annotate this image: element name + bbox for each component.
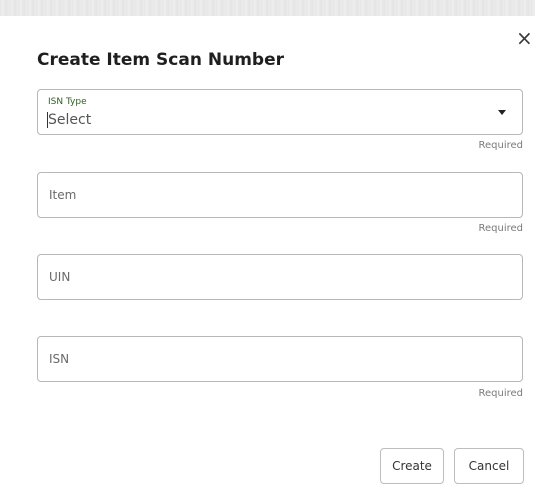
background-strip bbox=[0, 0, 535, 16]
item-placeholder: Item bbox=[49, 188, 77, 202]
isn-field[interactable]: ISN bbox=[37, 336, 523, 382]
isn-type-required: Required bbox=[478, 140, 523, 151]
item-required: Required bbox=[478, 223, 523, 234]
create-button[interactable]: Create bbox=[380, 448, 444, 484]
isn-type-label: ISN Type bbox=[48, 97, 87, 107]
isn-type-value: Select bbox=[48, 112, 92, 128]
cancel-button[interactable]: Cancel bbox=[454, 448, 524, 484]
item-field[interactable]: Item bbox=[37, 172, 523, 218]
uin-placeholder: UIN bbox=[49, 270, 71, 284]
uin-field[interactable]: UIN bbox=[37, 254, 523, 300]
isn-required: Required bbox=[478, 388, 523, 399]
create-isn-dialog bbox=[0, 16, 535, 489]
dialog-title: Create Item Scan Number bbox=[37, 50, 284, 70]
chevron-down-icon[interactable] bbox=[498, 110, 506, 115]
isn-type-select[interactable]: ISN Type Select bbox=[37, 89, 523, 135]
isn-placeholder: ISN bbox=[49, 352, 70, 366]
close-icon[interactable]: × bbox=[516, 28, 533, 48]
